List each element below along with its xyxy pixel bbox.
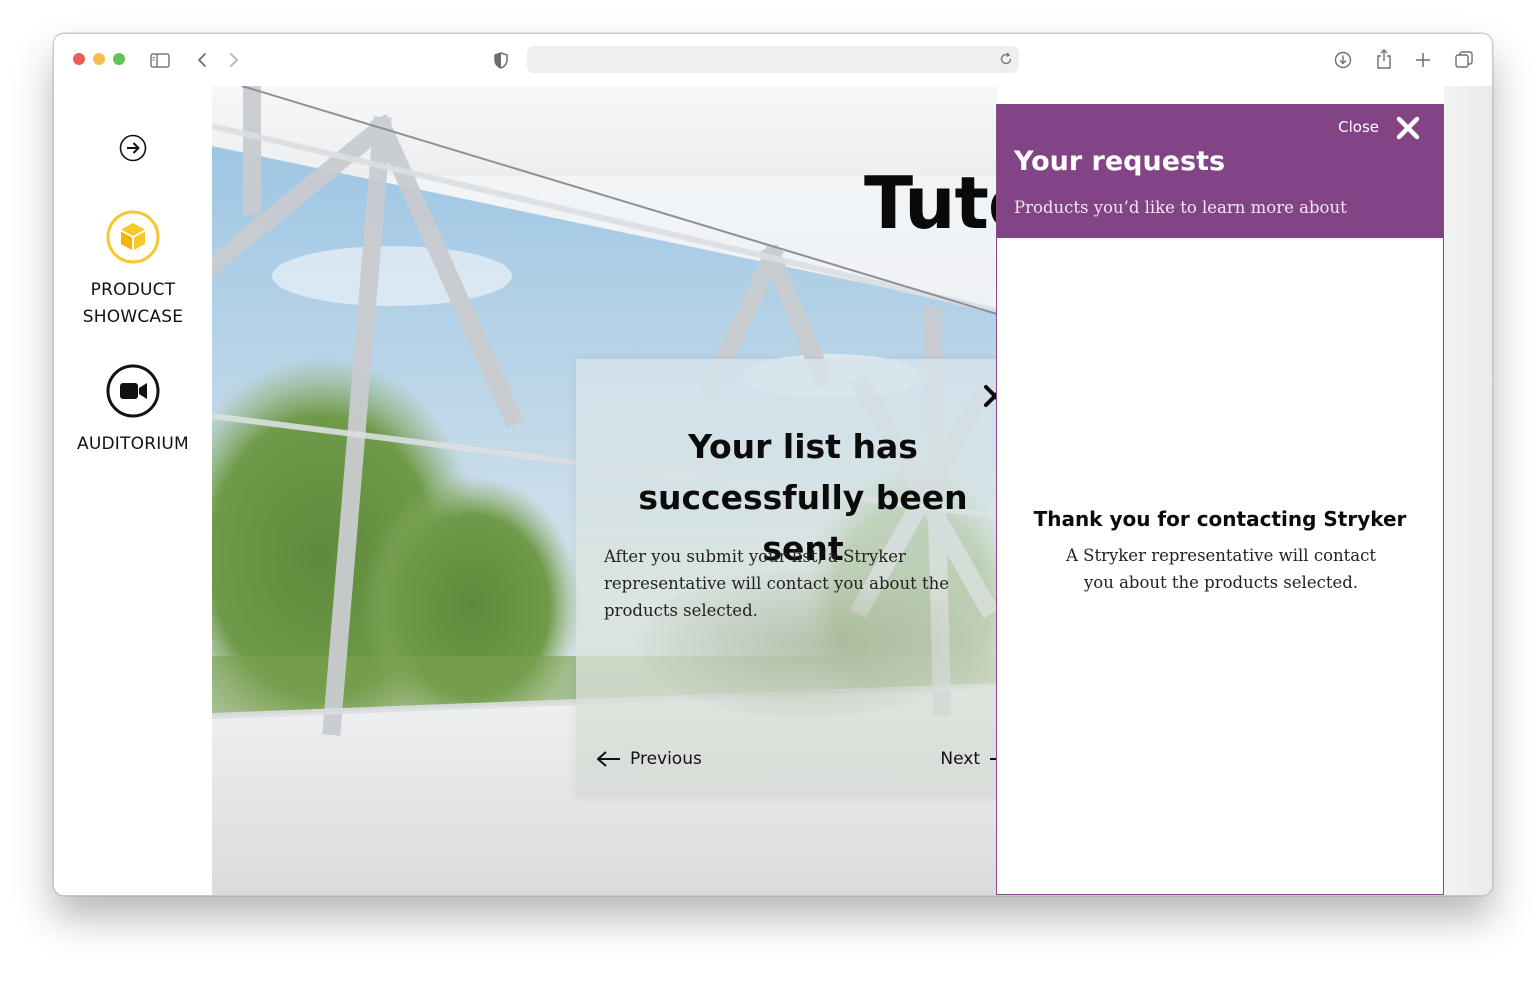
virtual-showroom-scene: Tutorial Your list has successfully been… (212, 86, 997, 895)
modal-close-button[interactable] (982, 383, 997, 409)
panel-close-button[interactable] (1395, 115, 1421, 141)
panel-title: Your requests (1014, 146, 1226, 177)
confirmation-title: Thank you for contacting Stryker (1033, 507, 1407, 531)
arrow-left-icon (597, 751, 620, 767)
minimize-window-button[interactable] (93, 53, 105, 65)
download-icon[interactable] (1332, 50, 1354, 70)
sidebar: PRODUCT SHOWCASE AUDITORIUM (54, 86, 212, 895)
confirmation-message: A Stryker representative will contact yo… (1066, 546, 1376, 592)
next-button[interactable]: Next (940, 749, 997, 769)
close-window-button[interactable] (73, 53, 85, 65)
previous-button[interactable]: Previous (596, 749, 702, 769)
sidebar-item-label: AUDITORIUM (77, 434, 189, 454)
privacy-shield-icon[interactable] (492, 50, 510, 70)
panel-close-link[interactable]: Close (1338, 118, 1379, 136)
sidebar-toggle-icon[interactable] (149, 51, 171, 69)
sidebar-item-product-showcase[interactable]: PRODUCT SHOWCASE (54, 210, 212, 331)
back-icon[interactable] (194, 50, 210, 70)
close-icon (1396, 116, 1420, 140)
browser-toolbar (54, 34, 1492, 86)
arrow-right-circle-icon (119, 134, 147, 167)
browser-window: PRODUCT SHOWCASE AUDITORIUM Tut Your lis… (53, 33, 1493, 896)
previous-label: Previous (630, 749, 702, 769)
cube-icon (106, 210, 160, 269)
requests-panel: Close Your requests Products you’d like … (996, 104, 1444, 895)
tutorial-modal: Your list has successfully been sent Aft… (576, 359, 997, 795)
address-bar[interactable] (527, 46, 1019, 73)
tab-overview-icon[interactable] (1453, 50, 1475, 70)
sidebar-item-label: PRODUCT SHOWCASE (82, 280, 184, 327)
forward-icon[interactable] (226, 50, 242, 70)
expand-sidebar-button[interactable] (54, 134, 212, 167)
requests-panel-header: Close Your requests Products you’d like … (997, 104, 1443, 238)
scene-edge (1444, 86, 1492, 895)
reload-icon[interactable] (999, 52, 1013, 66)
modal-body-text: After you submit your list, a Stryker re… (604, 547, 950, 620)
zoom-window-button[interactable] (113, 53, 125, 65)
sidebar-item-auditorium[interactable]: AUDITORIUM (54, 364, 212, 458)
page-title: Tutorial (864, 161, 997, 245)
new-tab-icon[interactable] (1413, 50, 1433, 70)
next-label: Next (940, 749, 980, 769)
close-icon (984, 385, 997, 407)
panel-subtitle: Products you’d like to learn more about (1014, 198, 1347, 217)
video-camera-icon (106, 364, 160, 423)
share-icon[interactable] (1373, 48, 1395, 70)
